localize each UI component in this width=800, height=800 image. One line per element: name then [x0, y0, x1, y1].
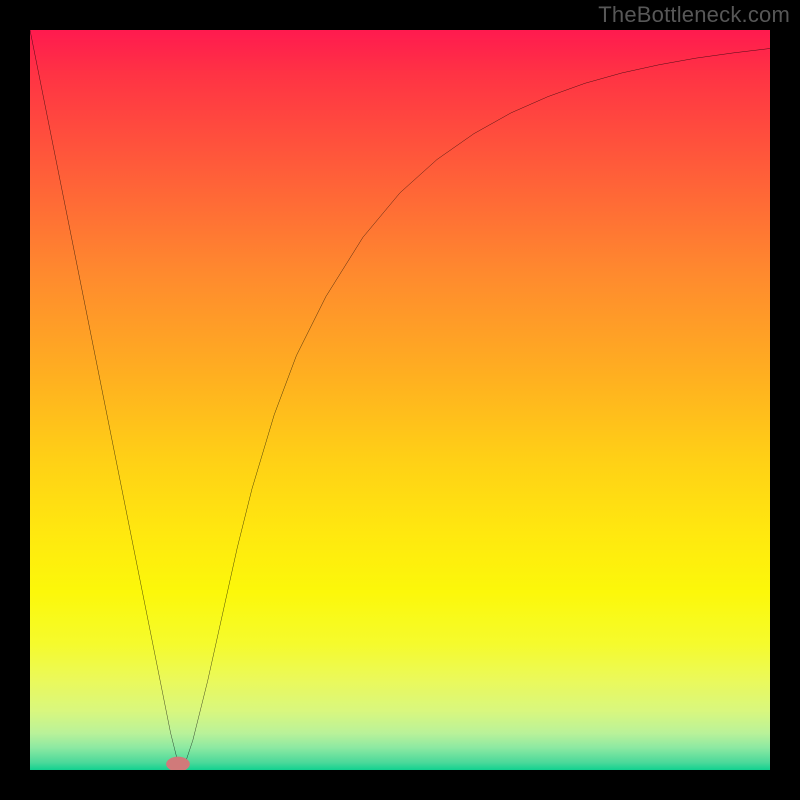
bottleneck-curve — [30, 30, 770, 763]
plot-svg — [30, 30, 770, 770]
plot-area — [30, 30, 770, 770]
chart-frame: TheBottleneck.com — [0, 0, 800, 800]
bottleneck-marker — [166, 757, 190, 770]
watermark-text: TheBottleneck.com — [598, 2, 790, 28]
